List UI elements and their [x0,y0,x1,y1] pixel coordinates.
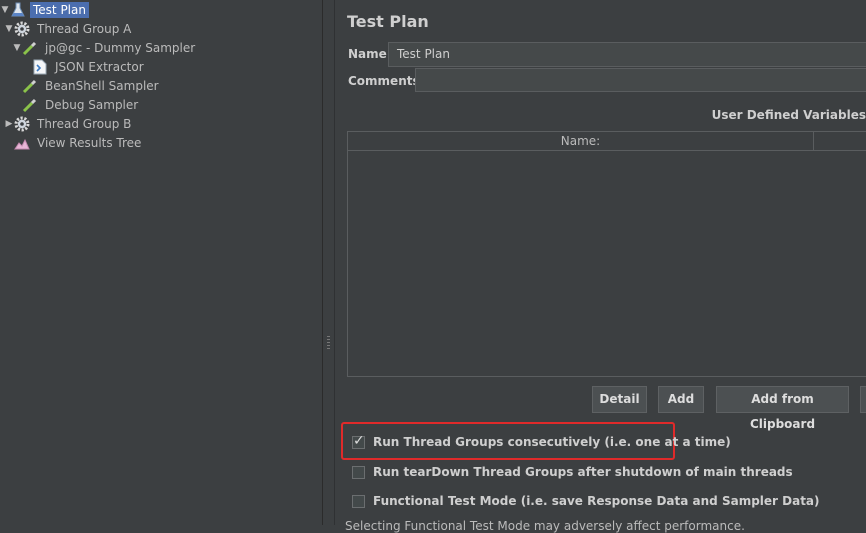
pipette-icon [22,40,38,56]
flask-icon [10,2,26,18]
tree-item-label: Debug Sampler [45,98,139,112]
teardown-label: Run tearDown Thread Groups after shutdow… [373,465,793,479]
page-title: Test Plan [347,12,429,31]
document-icon [32,59,48,75]
functional-mode-label: Functional Test Mode (i.e. save Response… [373,494,820,508]
tree-item-test-plan[interactable]: ▼ Test Plan [0,1,89,19]
tree-item-label: jp@gc - Dummy Sampler [45,41,196,55]
column-divider [813,132,814,150]
column-header-name[interactable]: Name: [348,132,813,150]
run-consecutively-option[interactable]: Run Thread Groups consecutively (i.e. on… [352,433,731,449]
tree-item-beanshell-sampler[interactable]: BeanShell Sampler [12,77,162,95]
tree-item-view-results-tree[interactable]: View Results Tree [4,134,144,152]
split-pane-divider[interactable] [322,0,335,525]
tree-item-label: Thread Group B [37,117,132,131]
gear-icon [14,116,30,132]
collapse-arrow-icon[interactable]: ▼ [12,43,22,53]
tree-item-json-extractor[interactable]: JSON Extractor [22,58,147,76]
user-defined-variables-title: User Defined Variables [711,108,866,122]
tree-item-label: Test Plan [30,2,89,18]
tree-item-label: Thread Group A [37,22,132,36]
collapse-arrow-icon[interactable]: ▼ [0,5,10,15]
pipette-icon [22,78,38,94]
variables-table[interactable]: Name: [347,131,866,377]
teardown-option[interactable]: Run tearDown Thread Groups after shutdow… [352,465,793,479]
functional-mode-option[interactable]: Functional Test Mode (i.e. save Response… [352,494,820,508]
gear-icon [14,21,30,37]
tree-item-thread-group-a[interactable]: ▼ Thread Group A [4,20,134,38]
divider-grip-icon[interactable] [327,336,330,350]
tree-item-label: JSON Extractor [55,60,144,74]
add-button[interactable]: Add [658,386,704,413]
tree-item-thread-group-b[interactable]: ▶ Thread Group B [4,115,134,133]
delete-button[interactable] [860,386,866,413]
run-consecutively-label: Run Thread Groups consecutively (i.e. on… [373,435,731,449]
comments-field[interactable] [415,68,866,92]
chart-icon [14,135,30,151]
tree-item-label: BeanShell Sampler [45,79,159,93]
add-from-clipboard-button[interactable]: Add from Clipboard [716,386,849,431]
tree-item-debug-sampler[interactable]: Debug Sampler [12,96,141,114]
name-field[interactable]: Test Plan [388,42,866,67]
run-consecutively-checkbox[interactable] [352,433,365,449]
functional-mode-checkbox[interactable] [352,494,365,508]
test-plan-tree[interactable]: ▼ Test Plan ▼ Thread Group A ▼ jp@gc - D… [0,0,322,525]
tree-item-label: View Results Tree [37,136,142,150]
name-label: Name: [348,47,392,61]
pipette-icon [22,97,38,113]
test-plan-panel: Test Plan Name: Test Plan Comments: User… [335,0,866,533]
detail-button[interactable]: Detail [592,386,647,413]
expand-arrow-icon[interactable]: ▶ [4,119,14,129]
collapse-arrow-icon[interactable]: ▼ [4,24,14,34]
table-header: Name: [348,132,866,151]
functional-mode-note: Selecting Functional Test Mode may adver… [345,519,745,533]
tree-item-dummy-sampler[interactable]: ▼ jp@gc - Dummy Sampler [12,39,198,57]
teardown-checkbox[interactable] [352,465,365,479]
comments-label: Comments: [348,74,425,88]
